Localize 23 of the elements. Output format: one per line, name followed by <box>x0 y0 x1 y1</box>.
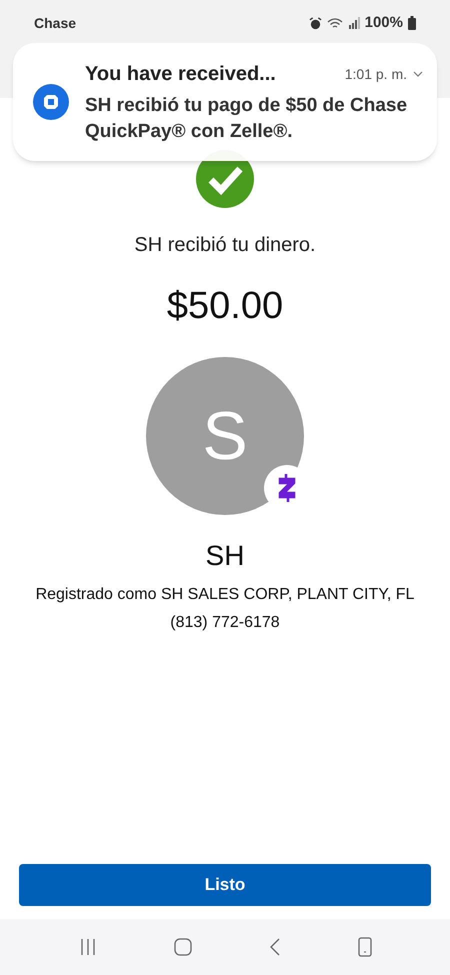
amount: $50.00 <box>166 284 284 329</box>
notification-title: You have received... <box>85 62 276 87</box>
registered-name: Registrado como SH SALES CORP, PLANT CITY, FL <box>36 585 414 605</box>
recent-apps-icon[interactable] <box>78 938 96 956</box>
phone-number: (813) 772-6178 <box>170 613 280 633</box>
avatar: S <box>146 357 304 515</box>
recipient-name: SH <box>206 539 244 573</box>
phone-icon[interactable] <box>358 937 372 957</box>
success-message: SH recibió tu dinero. <box>134 233 316 258</box>
done-button[interactable]: Listo <box>19 864 431 906</box>
alarm-icon <box>308 16 322 30</box>
carrier-name: Chase <box>34 14 76 33</box>
bank-logo-icon <box>33 84 69 120</box>
battery-percent: 100% <box>364 13 403 33</box>
notification-body: SH recibió tu pago de $50 de Chase QuickPay® con Zelle®. <box>85 94 408 144</box>
chevron-down-icon[interactable] <box>413 71 423 77</box>
battery-icon <box>408 16 416 30</box>
notification-time: 1:01 p. m. <box>344 64 407 84</box>
home-icon[interactable] <box>174 938 192 956</box>
signal-icon <box>348 17 360 30</box>
wifi-icon <box>326 16 343 30</box>
back-icon[interactable] <box>268 938 280 956</box>
notification-card[interactable]: You have received... 1:01 p. m. SH recibió tu pago de $50 de Chase QuickPay® con Zelle®. <box>13 43 437 161</box>
